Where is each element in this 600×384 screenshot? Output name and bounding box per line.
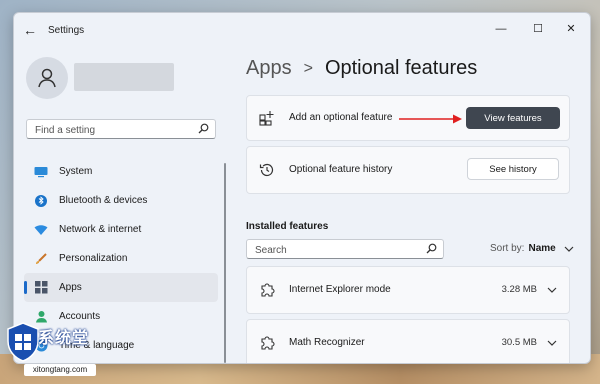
feature-history-card: Optional feature history See history: [246, 146, 570, 194]
history-label: Optional feature history: [289, 164, 393, 175]
add-feature-card: Add an optional feature View features: [246, 95, 570, 141]
watermark-logo: 系统堂 xitongtang.com: [4, 322, 98, 378]
monitor-icon: [34, 165, 48, 179]
add-feature-icon: [259, 111, 274, 126]
chevron-down-icon: [564, 246, 574, 252]
sidebar-item-label: System: [59, 166, 93, 177]
feature-name: Math Recognizer: [289, 337, 365, 348]
puzzle-icon: [261, 283, 275, 297]
minimize-button[interactable]: —: [486, 19, 516, 39]
sidebar-item-personalization[interactable]: Personalization: [24, 244, 218, 273]
sidebar-item-label: Apps: [59, 282, 82, 293]
sidebar-item-label: Accounts: [59, 311, 101, 322]
puzzle-icon: [261, 336, 275, 350]
view-features-button[interactable]: View features: [466, 107, 560, 129]
feature-name: Internet Explorer mode: [289, 284, 391, 295]
close-button[interactable]: ✕: [556, 19, 586, 39]
title-bar: ← Settings — ☐ ✕: [14, 13, 590, 47]
selection-indicator: [24, 281, 27, 294]
sidebar-item-label: Bluetooth & devices: [59, 195, 148, 206]
feature-row-ie-mode[interactable]: Internet Explorer mode 3.28 MB: [246, 266, 570, 314]
maximize-button[interactable]: ☐: [523, 19, 553, 39]
app-title: Settings: [48, 25, 85, 36]
sidebar-item-system[interactable]: System: [24, 157, 218, 186]
chevron-down-icon[interactable]: [547, 338, 557, 348]
shield-icon: [7, 322, 39, 362]
sort-by-dropdown[interactable]: Sort by: Name: [490, 243, 574, 254]
feature-row-math-recognizer[interactable]: Math Recognizer 30.5 MB: [246, 319, 570, 363]
watermark-url: xitongtang.com: [24, 364, 96, 376]
see-history-button[interactable]: See history: [467, 158, 559, 180]
apps-icon: [34, 281, 48, 295]
search-icon[interactable]: [198, 123, 209, 134]
find-setting-input[interactable]: [33, 122, 197, 138]
feature-size: 30.5 MB: [501, 337, 537, 348]
sidebar-item-network[interactable]: Network & internet: [24, 215, 218, 244]
wifi-icon: [34, 223, 48, 237]
feature-size: 3.28 MB: [501, 284, 537, 295]
chevron-down-icon[interactable]: [547, 285, 557, 295]
sidebar-item-label: Network & internet: [59, 224, 142, 235]
history-icon: [259, 163, 274, 177]
back-arrow-icon[interactable]: ←: [22, 22, 38, 38]
breadcrumb: Apps > Optional features: [246, 57, 477, 80]
bluetooth-icon: [34, 194, 48, 208]
settings-window: ← Settings — ☐ ✕ System Bluetooth & devi…: [13, 12, 591, 364]
brush-icon: [34, 252, 48, 266]
sidebar-item-bluetooth[interactable]: Bluetooth & devices: [24, 186, 218, 215]
installed-search[interactable]: [246, 239, 444, 259]
installed-search-input[interactable]: [253, 242, 427, 258]
page-title: Optional features: [324, 57, 478, 79]
add-feature-label: Add an optional feature: [289, 112, 393, 123]
avatar[interactable]: [26, 57, 68, 99]
arrow-annotation-icon: [399, 114, 462, 124]
find-setting-search[interactable]: [26, 119, 216, 139]
installed-features-heading: Installed features: [246, 221, 329, 232]
search-icon[interactable]: [426, 243, 437, 254]
sidebar-item-label: Personalization: [59, 253, 128, 264]
sort-by-label: Sort by:: [490, 243, 525, 254]
sidebar-item-apps[interactable]: Apps: [24, 273, 218, 302]
breadcrumb-apps[interactable]: Apps: [246, 57, 292, 80]
watermark-text: 系统堂: [38, 330, 90, 347]
sort-by-value: Name: [528, 243, 556, 254]
user-name-redacted: [74, 63, 174, 91]
person-icon: [38, 68, 56, 88]
breadcrumb-separator: >: [303, 59, 313, 77]
sidebar-scrollbar[interactable]: [224, 163, 226, 363]
